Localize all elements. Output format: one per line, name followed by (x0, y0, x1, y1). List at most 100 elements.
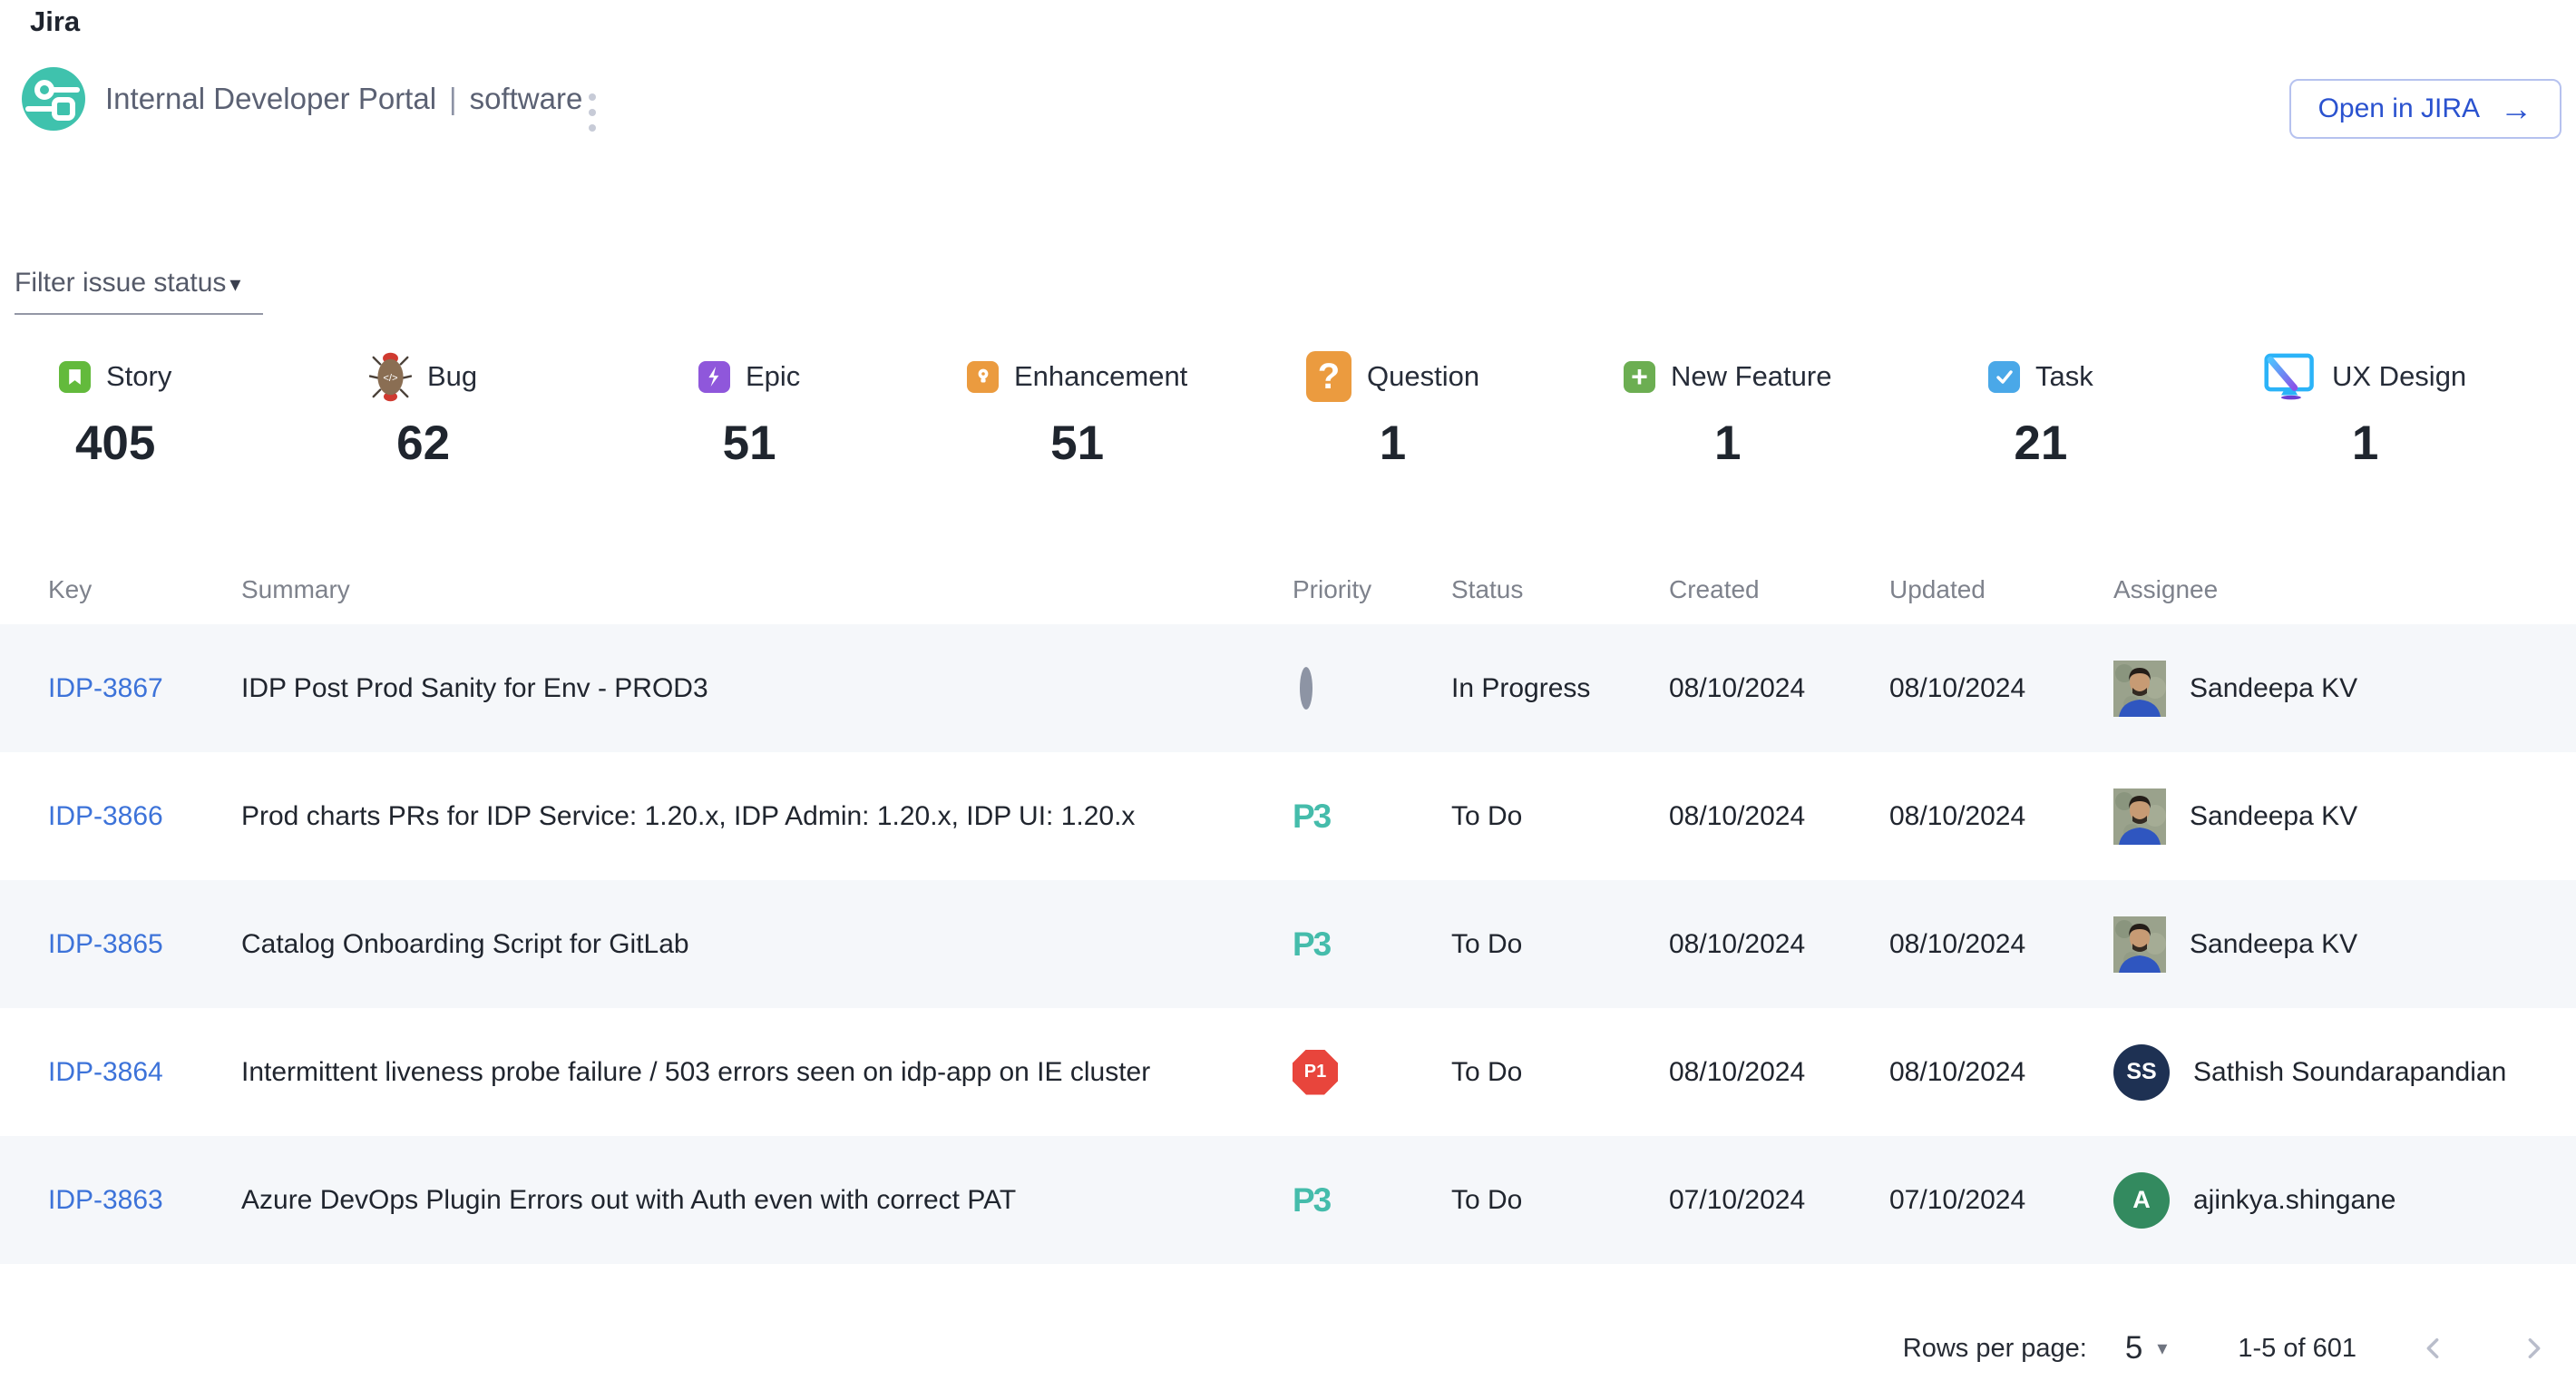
table-row: IDP-3867 IDP Post Prod Sanity for Env - … (0, 624, 2576, 752)
issue-created: 07/10/2024 (1669, 1185, 1889, 1216)
task-icon (1988, 361, 2020, 393)
next-page-button[interactable] (2513, 1328, 2552, 1368)
pagination-bar: Rows per page: 5 ▾ 1-5 of 601 (1903, 1317, 2552, 1379)
priority-p1-badge: P1 (1293, 1050, 1338, 1095)
column-header-created: Created (1669, 575, 1889, 604)
stat-new-feature: + New Feature 1 (1624, 347, 1831, 471)
jira-plugin-page: Jira Internal Developer Portal | softwar… (0, 0, 2576, 1381)
assignee-name: Sandeepa KV (2190, 929, 2357, 960)
table-header-row: Key Summary Priority Status Created Upda… (0, 555, 2576, 624)
page-title: Jira (30, 5, 80, 38)
issue-summary: IDP Post Prod Sanity for Env - PROD3 (241, 673, 1293, 704)
issue-type-stats: Story 405 </> Bug 62 (0, 347, 2576, 501)
chevron-down-icon: ▾ (229, 272, 240, 297)
stat-label: UX Design (2332, 360, 2466, 393)
assignee-name: Sathish Soundarapandian (2193, 1057, 2506, 1088)
issue-key-link[interactable]: IDP-3864 (48, 1057, 163, 1087)
stat-label: Bug (427, 360, 477, 393)
stat-count: 51 (698, 416, 800, 471)
stat-label: Task (2035, 360, 2093, 393)
assignee-name: ajinkya.shingane (2193, 1185, 2396, 1216)
issue-status: To Do (1451, 1185, 1669, 1216)
assignee-avatar (2113, 788, 2166, 845)
column-header-summary: Summary (241, 575, 1293, 604)
table-row: IDP-3865 Catalog Onboarding Script for G… (0, 880, 2576, 1008)
stat-count: 1 (1624, 416, 1831, 471)
svg-text:</>: </> (383, 373, 398, 384)
table-row: IDP-3863 Azure DevOps Plugin Errors out … (0, 1136, 2576, 1264)
issue-summary: Prod charts PRs for IDP Service: 1.20.x,… (241, 801, 1293, 832)
issue-status: To Do (1451, 801, 1669, 832)
issue-summary: Intermittent liveness probe failure / 50… (241, 1057, 1293, 1088)
stat-question: ? Question 1 (1306, 347, 1479, 471)
assignee-avatar-initials: SS (2113, 1044, 2170, 1101)
project-title: Internal Developer Portal (105, 82, 436, 116)
stat-task: Task 21 (1988, 347, 2093, 471)
assignee-avatar (2113, 661, 2166, 717)
story-icon (59, 361, 91, 393)
stat-enhancement: Enhancement 51 (967, 347, 1187, 471)
issue-updated: 08/10/2024 (1889, 801, 2113, 832)
issue-created: 08/10/2024 (1669, 929, 1889, 960)
issue-key-link[interactable]: IDP-3867 (48, 673, 163, 703)
stat-label: New Feature (1671, 360, 1831, 393)
issue-created: 08/10/2024 (1669, 1057, 1889, 1088)
column-header-key: Key (48, 575, 241, 604)
issue-updated: 07/10/2024 (1889, 1185, 2113, 1216)
open-in-jira-label: Open in JIRA (2318, 93, 2480, 124)
rows-per-page-label: Rows per page: (1903, 1334, 2087, 1364)
chevron-right-icon (2518, 1334, 2547, 1363)
open-in-jira-button[interactable]: Open in JIRA → (2289, 79, 2561, 139)
enhancement-icon (967, 361, 999, 393)
project-variant: software (470, 82, 583, 116)
issue-summary: Catalog Onboarding Script for GitLab (241, 929, 1293, 960)
stat-bug: </> Bug 62 (369, 347, 477, 471)
bug-icon: </> (369, 350, 412, 404)
new-feature-icon: + (1624, 361, 1655, 393)
column-header-updated: Updated (1889, 575, 2113, 604)
rows-per-page-value: 5 (2125, 1330, 2142, 1366)
stat-count: 21 (1988, 416, 2093, 471)
kebab-menu-icon[interactable] (585, 90, 600, 135)
issue-status: In Progress (1451, 673, 1669, 704)
issue-updated: 08/10/2024 (1889, 929, 2113, 960)
project-separator: | (449, 82, 457, 116)
stat-label: Enhancement (1014, 360, 1187, 393)
issue-updated: 08/10/2024 (1889, 1057, 2113, 1088)
issue-key-link[interactable]: IDP-3865 (48, 929, 163, 959)
assignee-name: Sandeepa KV (2190, 673, 2357, 704)
project-subheader: Internal Developer Portal | software (22, 67, 582, 131)
issue-status: To Do (1451, 929, 1669, 960)
stat-count: 1 (1306, 416, 1479, 471)
stat-epic: Epic 51 (698, 347, 800, 471)
column-header-assignee: Assignee (2113, 575, 2576, 604)
issue-key-link[interactable]: IDP-3863 (48, 1185, 163, 1215)
project-name: Internal Developer Portal | software (105, 82, 582, 116)
priority-none-icon (1300, 667, 1312, 710)
table-row: IDP-3866 Prod charts PRs for IDP Service… (0, 752, 2576, 880)
filter-issue-status-select[interactable]: Filter issue status▾ (15, 268, 263, 315)
priority-p3-badge: P3 (1293, 1181, 1330, 1219)
previous-page-button[interactable] (2415, 1328, 2454, 1368)
question-icon: ? (1306, 351, 1351, 402)
stat-count: 1 (2264, 416, 2466, 471)
epic-icon (698, 361, 730, 393)
stat-label: Question (1367, 360, 1479, 393)
chevron-down-icon: ▾ (2157, 1337, 2167, 1360)
issue-status: To Do (1451, 1057, 1669, 1088)
rows-per-page-select[interactable]: 5 ▾ (2125, 1330, 2168, 1366)
ux-design-icon (2264, 352, 2317, 402)
table-row: IDP-3864 Intermittent liveness probe fai… (0, 1008, 2576, 1136)
issue-summary: Azure DevOps Plugin Errors out with Auth… (241, 1185, 1293, 1216)
stat-count: 51 (967, 416, 1187, 471)
priority-p3-badge: P3 (1293, 798, 1330, 835)
issue-key-link[interactable]: IDP-3866 (48, 801, 163, 831)
arrow-right-icon: → (2500, 93, 2532, 125)
issue-created: 08/10/2024 (1669, 673, 1889, 704)
assignee-name: Sandeepa KV (2190, 801, 2357, 832)
issue-created: 08/10/2024 (1669, 801, 1889, 832)
column-header-priority: Priority (1293, 575, 1451, 604)
pagination-range: 1-5 of 601 (2238, 1334, 2356, 1364)
chevron-left-icon (2420, 1334, 2449, 1363)
issues-table: Key Summary Priority Status Created Upda… (0, 555, 2576, 1264)
